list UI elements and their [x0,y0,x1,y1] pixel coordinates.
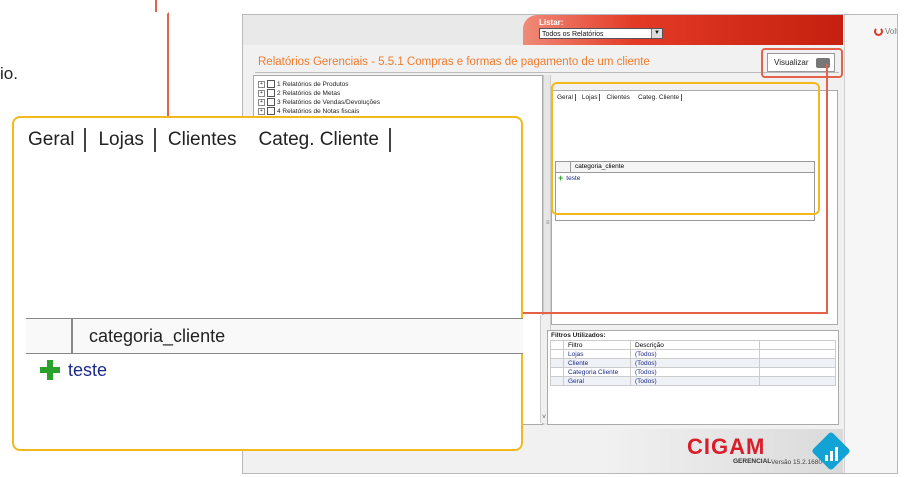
cell [550,376,564,386]
callout-line [523,312,828,314]
filter-desc: (Todos) [630,349,760,359]
filter-desc: (Todos) [630,376,760,386]
side-text: io. [0,64,18,83]
cell [759,376,836,386]
expand-icon[interactable]: + [258,89,265,97]
tab-clientes[interactable]: Clientes [168,128,247,152]
checkbox[interactable] [267,80,275,88]
checkbox[interactable] [267,107,275,115]
voltar-label: Voltar [885,27,897,36]
listar-select[interactable]: Todos os Relatórios ▼ [539,28,663,39]
table-row[interactable]: Categoria Cliente (Todos) [550,367,836,377]
callout-line [155,0,157,12]
zoom-grid: categoria_cliente teste [26,318,523,452]
grid-header-cell [26,319,72,353]
filters-table: Filtro Descrição Lojas (Todos) Cliente (… [550,340,836,386]
tree-item[interactable]: + 1 Relatórios de Produtos [258,80,349,88]
filter-name: Geral [563,376,631,386]
filter-name: Categoria Cliente [563,367,631,377]
header-filtro: Filtro [563,340,631,350]
divider [255,72,839,73]
tab-lojas[interactable]: Lojas [98,128,156,152]
highlight-frame [761,48,843,78]
header-cell [759,340,836,350]
tree-item[interactable]: + 3 Relatórios de Vendas/Devoluções [258,98,380,106]
logo-subtitle: GERENCIAL [733,458,772,465]
cell [759,358,836,368]
callout-line [826,64,828,314]
grid-header-label[interactable]: categoria_cliente [72,319,523,353]
cell [550,367,564,377]
expand-icon[interactable]: + [258,107,265,115]
grip-icon: ≡ [546,220,550,226]
plus-icon[interactable] [40,360,60,380]
callout-line [167,28,169,118]
tree-item-label: 4 Relatórios de Notas fiscais [277,107,360,115]
expand-icon[interactable]: + [258,98,265,106]
filters-panel: Filtros Utilizados: Filtro Descrição Loj… [547,330,839,425]
voltar-button[interactable]: Voltar [874,27,897,36]
back-icon [874,27,883,36]
callout-line [155,12,169,28]
logo-bar [825,455,828,461]
filter-name: Lojas [563,349,631,359]
listar-value: Todos os Relatórios [542,31,604,38]
filters-header-row: Filtro Descrição [550,340,836,350]
cell [550,358,564,368]
checkbox[interactable] [267,89,275,97]
tree-item[interactable]: + 4 Relatórios de Notas fiscais [258,107,359,115]
filter-name: Cliente [563,358,631,368]
tree-item-label: 3 Relatórios de Vendas/Devoluções [277,98,380,106]
header-descricao: Descrição [630,340,760,350]
page-title: Relatórios Gerenciais - 5.5.1 Compras e … [258,56,650,68]
header-cell [550,340,564,350]
row-label: teste [68,359,108,380]
cell [550,349,564,359]
table-row[interactable]: teste [26,354,523,386]
table-row[interactable]: Geral (Todos) [550,376,836,386]
version-label: Versão 15.2.1680 [771,459,822,466]
expand-icon[interactable]: + [258,80,265,88]
cell [759,367,836,377]
logo-bar [835,447,838,461]
zoom-callout: Geral Lojas Clientes Categ. Cliente cate… [12,116,523,451]
listar-label: Listar: [539,18,564,27]
chevron-down-icon[interactable]: ˅ [542,414,546,421]
logo-text: CIGAM [687,434,766,459]
chevron-down-icon: ▼ [651,29,662,38]
tab-categ-cliente[interactable]: Categ. Cliente [259,128,391,152]
table-row[interactable]: Cliente (Todos) [550,358,836,368]
highlight-frame [551,82,820,215]
bars-icon [825,447,838,461]
tree-item-label: 1 Relatórios de Produtos [277,80,349,88]
filter-desc: (Todos) [630,358,760,368]
filters-title: Filtros Utilizados: [551,332,606,339]
checkbox[interactable] [267,98,275,106]
zoom-tab-bar: Geral Lojas Clientes Categ. Cliente [28,128,403,152]
filter-desc: (Todos) [630,367,760,377]
logo-bar [830,451,833,461]
table-row[interactable]: Lojas (Todos) [550,349,836,359]
tree-item[interactable]: + 2 Relatórios de Metas [258,89,340,97]
tree-item-label: 2 Relatórios de Metas [277,89,341,97]
grid-header: categoria_cliente [26,319,523,354]
right-strip [844,15,897,473]
tab-geral[interactable]: Geral [28,128,87,152]
cell [759,349,836,359]
